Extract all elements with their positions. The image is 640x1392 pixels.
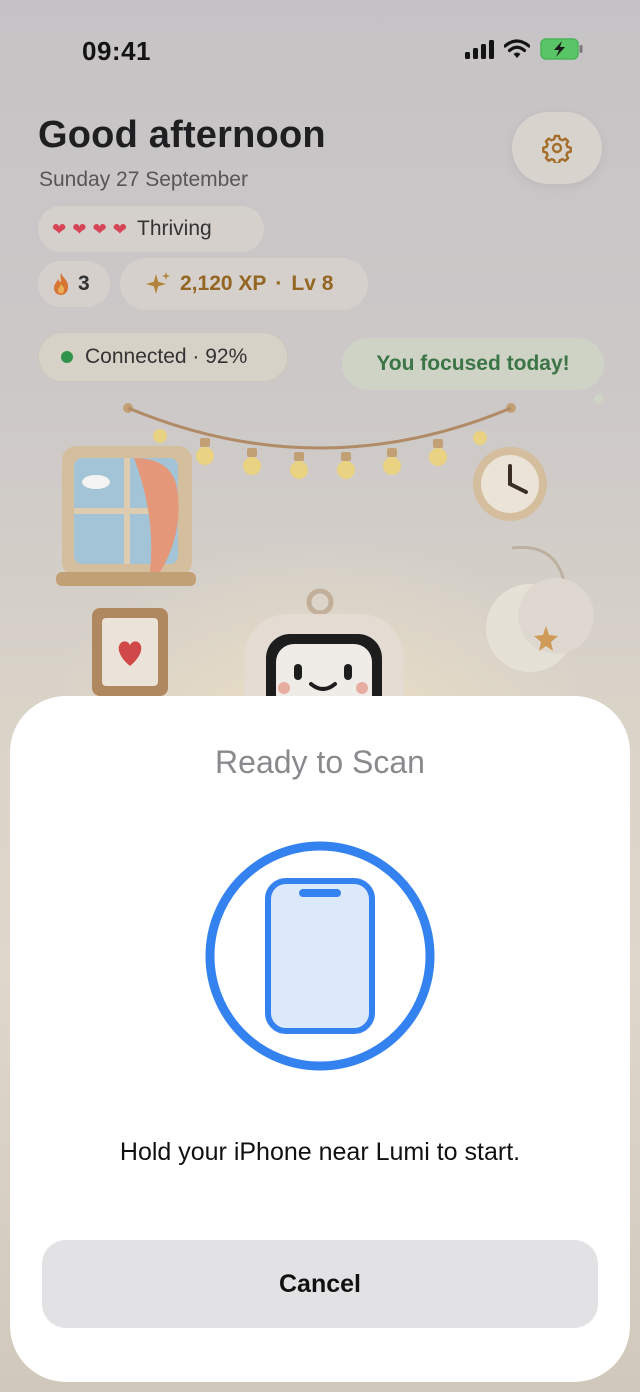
scan-sheet-message: Hold your iPhone near Lumi to start. [119, 1138, 521, 1166]
cancel-button[interactable]: Cancel [42, 1240, 598, 1328]
scan-sheet-title: Ready to Scan [215, 744, 425, 780]
cancel-button-label: Cancel [279, 1269, 361, 1298]
phone-scan-icon [205, 841, 435, 1071]
home-screen: 09:41 Good afternoon Sunday 27 September [0, 0, 640, 1392]
